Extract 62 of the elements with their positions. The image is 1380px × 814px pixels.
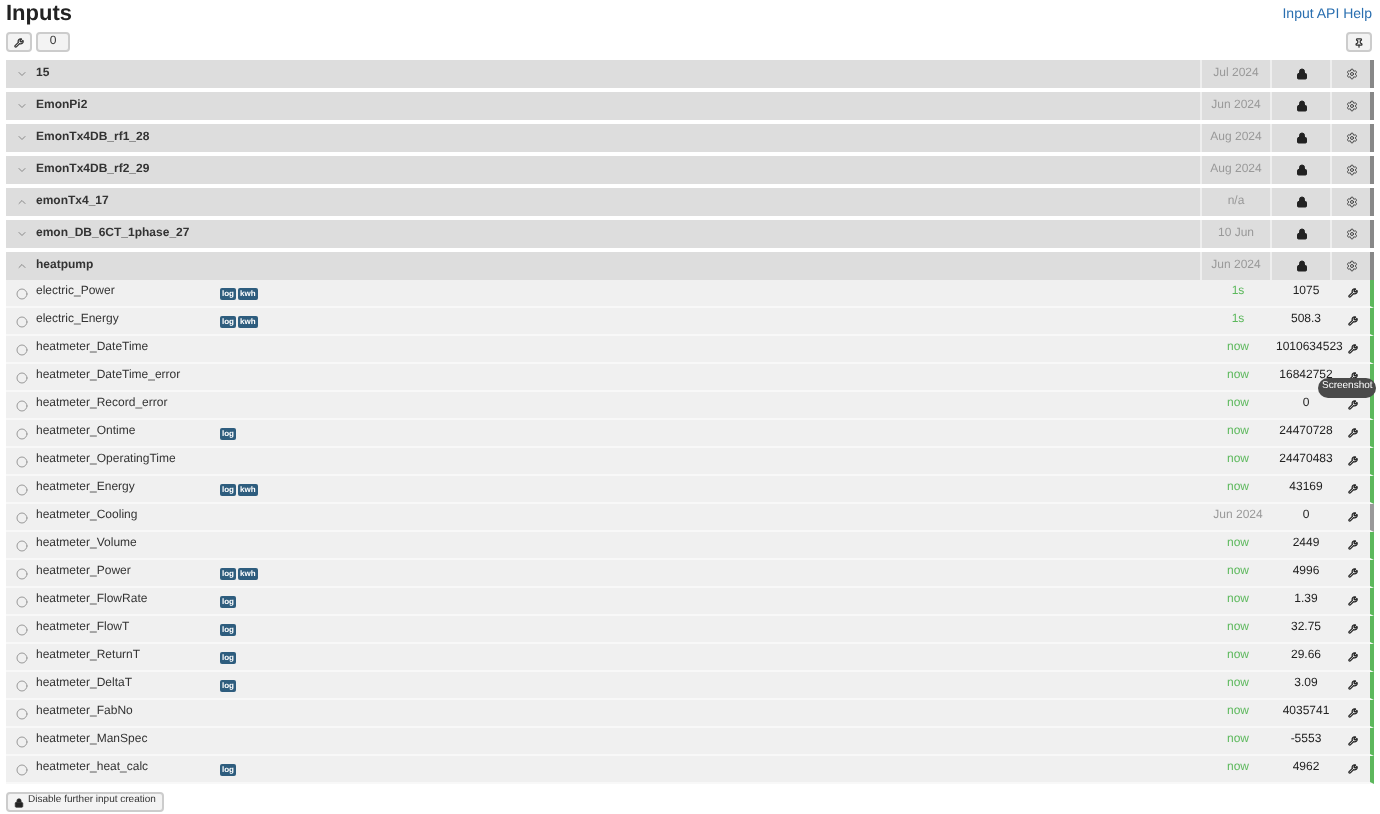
settings-icon[interactable] bbox=[1345, 196, 1357, 208]
wrench-icon[interactable] bbox=[1348, 400, 1358, 410]
lock-icon[interactable] bbox=[1295, 164, 1307, 176]
lock-icon[interactable] bbox=[1295, 68, 1307, 80]
pin-icon bbox=[1354, 37, 1364, 47]
select-checkbox[interactable] bbox=[16, 511, 28, 523]
select-checkbox[interactable] bbox=[16, 287, 28, 299]
settings-icon[interactable] bbox=[1345, 164, 1357, 176]
wrench-icon[interactable] bbox=[1348, 708, 1358, 718]
wrench-icon[interactable] bbox=[1348, 764, 1358, 774]
select-checkbox[interactable] bbox=[16, 623, 28, 635]
wrench-icon[interactable] bbox=[1348, 568, 1358, 578]
expand-icon bbox=[16, 100, 28, 112]
wrench-icon bbox=[14, 37, 24, 47]
select-checkbox[interactable] bbox=[16, 539, 28, 551]
wrench-icon[interactable] bbox=[1348, 288, 1358, 298]
select-checkbox[interactable] bbox=[16, 483, 28, 495]
wrench-icon[interactable] bbox=[1348, 344, 1358, 354]
select-checkbox[interactable] bbox=[16, 399, 28, 411]
select-checkbox[interactable] bbox=[16, 735, 28, 747]
wrench-icon[interactable] bbox=[1348, 624, 1358, 634]
settings-icon[interactable] bbox=[1345, 228, 1357, 240]
lock-icon[interactable] bbox=[1295, 100, 1307, 112]
select-checkbox[interactable] bbox=[16, 315, 28, 327]
wrench-icon[interactable] bbox=[1348, 540, 1358, 550]
lock-icon[interactable] bbox=[1295, 132, 1307, 144]
lock-icon[interactable] bbox=[1295, 196, 1307, 208]
collapse-icon bbox=[16, 196, 28, 208]
collapse-icon bbox=[16, 260, 28, 272]
expand-icon bbox=[16, 132, 28, 144]
wrench-icon[interactable] bbox=[1348, 680, 1358, 690]
select-checkbox[interactable] bbox=[16, 343, 28, 355]
settings-icon[interactable] bbox=[1345, 100, 1357, 112]
wrench-icon[interactable] bbox=[1348, 596, 1358, 606]
lock-icon bbox=[14, 797, 24, 807]
settings-icon[interactable] bbox=[1345, 132, 1357, 144]
select-checkbox[interactable] bbox=[16, 679, 28, 691]
select-checkbox[interactable] bbox=[16, 567, 28, 579]
settings-icon[interactable] bbox=[1345, 260, 1357, 272]
select-checkbox[interactable] bbox=[16, 651, 28, 663]
select-checkbox[interactable] bbox=[16, 595, 28, 607]
page-title: Inputs bbox=[6, 2, 72, 28]
lock-icon[interactable] bbox=[1295, 260, 1307, 272]
settings-icon[interactable] bbox=[1345, 68, 1357, 80]
wrench-icon[interactable] bbox=[1348, 736, 1358, 746]
wrench-icon[interactable] bbox=[1348, 652, 1358, 662]
expand-icon bbox=[16, 68, 28, 80]
select-checkbox[interactable] bbox=[16, 455, 28, 467]
edit-button[interactable] bbox=[6, 32, 32, 52]
select-checkbox[interactable] bbox=[16, 707, 28, 719]
select-checkbox[interactable] bbox=[16, 427, 28, 439]
wrench-icon[interactable] bbox=[1348, 512, 1358, 522]
wrench-icon[interactable] bbox=[1348, 428, 1358, 438]
pin-button[interactable] bbox=[1346, 32, 1372, 52]
lock-icon[interactable] bbox=[1295, 228, 1307, 240]
wrench-icon[interactable] bbox=[1348, 484, 1358, 494]
expand-icon bbox=[16, 164, 28, 176]
expand-icon bbox=[16, 228, 28, 240]
select-checkbox[interactable] bbox=[16, 371, 28, 383]
wrench-icon[interactable] bbox=[1348, 316, 1358, 326]
wrench-icon[interactable] bbox=[1348, 456, 1358, 466]
select-checkbox[interactable] bbox=[16, 763, 28, 775]
